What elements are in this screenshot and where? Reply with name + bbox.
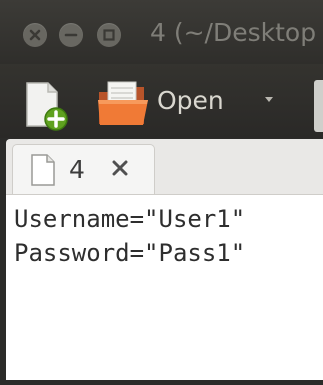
- new-document-icon[interactable]: [22, 80, 74, 132]
- document-icon: [31, 154, 55, 186]
- tab-label: 4: [69, 155, 85, 184]
- title-bar[interactable]: 4 (~/Desktop: [0, 0, 323, 64]
- window-title: 4 (~/Desktop: [150, 18, 317, 47]
- text-editor-area[interactable]: Username="User1" Password="Pass1": [6, 195, 323, 380]
- gedit-window: 4 (~/Desktop Open 4 Username="User1" Pas…: [0, 0, 323, 385]
- window-minimize-button[interactable]: [59, 23, 83, 47]
- editor-line[interactable]: Username="User1": [14, 205, 245, 233]
- tab-document-4[interactable]: 4: [12, 144, 155, 196]
- close-icon[interactable]: [109, 157, 131, 179]
- tab-strip: 4: [6, 139, 323, 196]
- editor-line[interactable]: Password="Pass1": [14, 239, 245, 267]
- window-maximize-button[interactable]: [97, 23, 121, 47]
- minimize-icon: [64, 33, 78, 37]
- save-icon[interactable]: [314, 80, 323, 132]
- open-button[interactable]: Open: [157, 86, 224, 115]
- folder-open-icon[interactable]: [96, 78, 152, 130]
- maximize-icon: [103, 29, 115, 41]
- chevron-down-icon[interactable]: [262, 92, 276, 106]
- toolbar: Open: [0, 64, 323, 138]
- close-icon: [29, 29, 41, 41]
- window-close-button[interactable]: [23, 23, 47, 47]
